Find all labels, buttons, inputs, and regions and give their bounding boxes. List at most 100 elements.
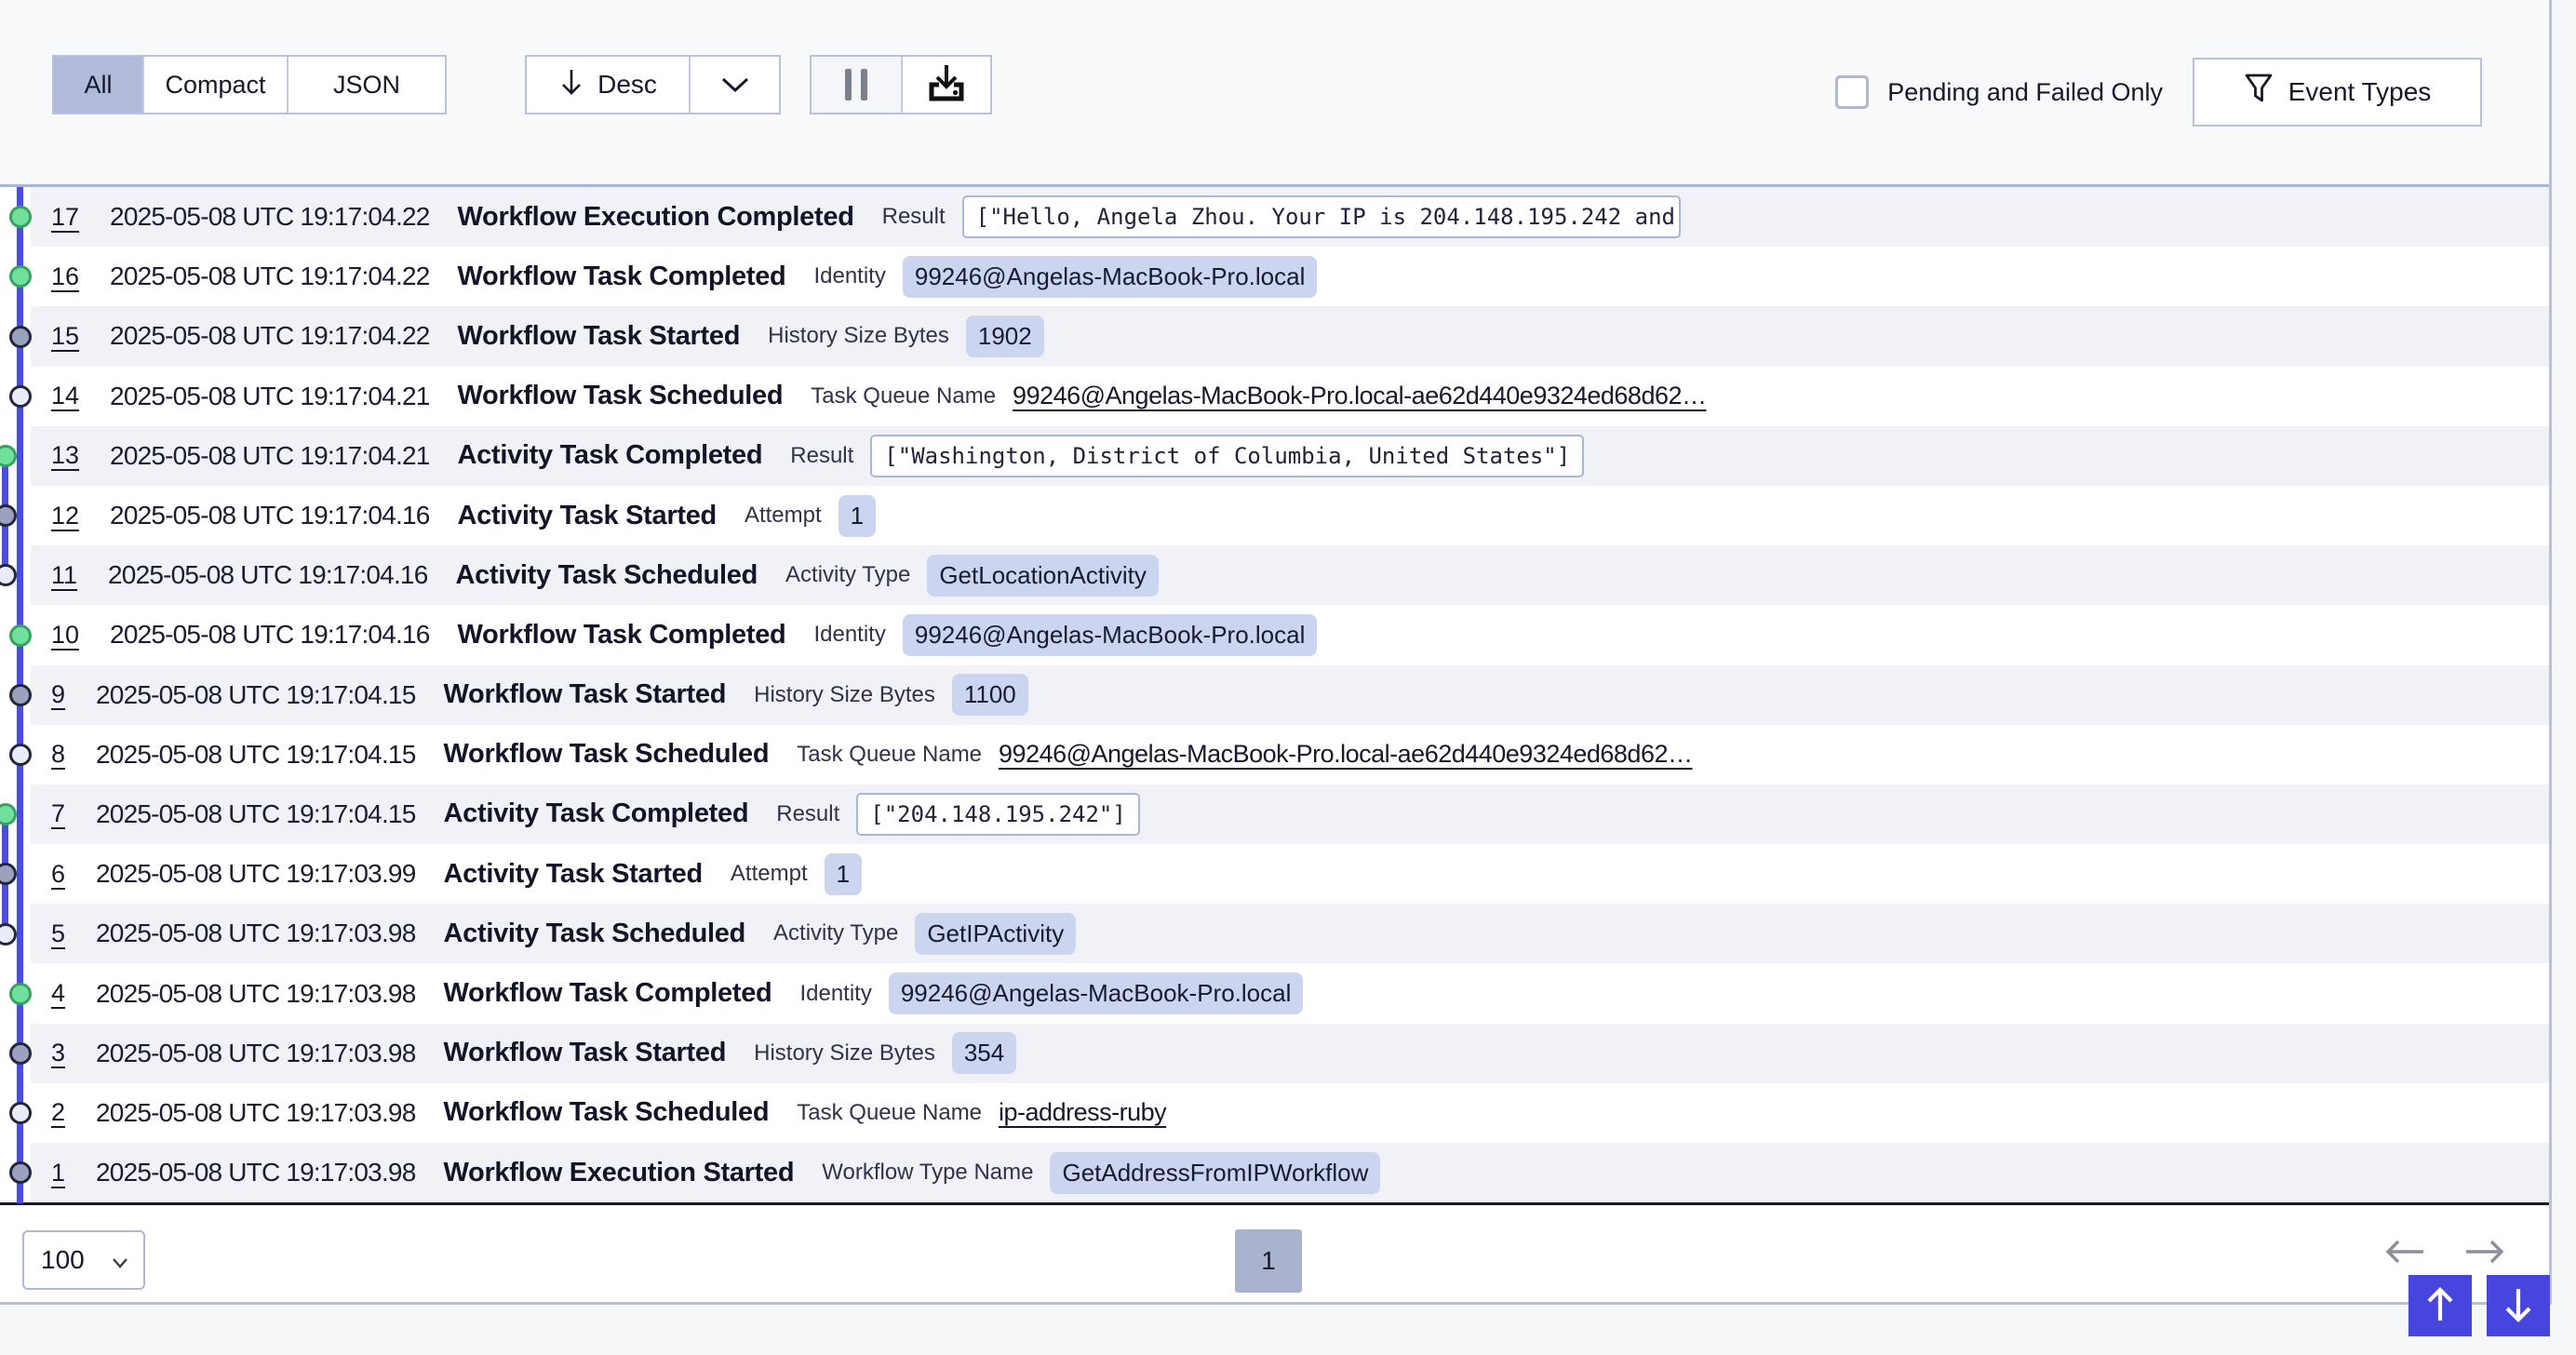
event-row[interactable]: 7 2025-05-08 UTC 19:17:04.15 Activity Ta… — [31, 785, 2549, 844]
event-timestamp: 2025-05-08 UTC 19:17:04.16 — [108, 560, 427, 590]
event-types-label: Event Types — [2288, 77, 2432, 107]
event-row[interactable]: 15 2025-05-08 UTC 19:17:04.22 Workflow T… — [31, 306, 2549, 366]
event-id-link[interactable]: 1 — [51, 1159, 65, 1187]
event-row[interactable]: 2 2025-05-08 UTC 19:17:03.98 Workflow Ta… — [31, 1083, 2549, 1143]
arrow-down-icon — [2502, 1286, 2534, 1326]
event-timestamp: 2025-05-08 UTC 19:17:03.98 — [96, 979, 415, 1009]
event-row[interactable]: 17 2025-05-08 UTC 19:17:04.22 Workflow E… — [31, 187, 2549, 247]
event-id-link[interactable]: 16 — [51, 262, 79, 291]
event-row[interactable]: 14 2025-05-08 UTC 19:17:04.21 Workflow T… — [31, 367, 2549, 426]
event-detail-link[interactable]: 99246@Angelas-MacBook-Pro.local-ae62d440… — [999, 740, 1692, 769]
page-size-select[interactable]: 100 — [22, 1230, 145, 1290]
sort-control: Desc — [525, 55, 781, 114]
event-name: Workflow Task Started — [443, 1038, 726, 1068]
event-row[interactable]: 12 2025-05-08 UTC 19:17:04.16 Activity T… — [31, 486, 2549, 545]
event-detail-code: ["Washington, District of Columbia, Unit… — [870, 435, 1584, 477]
view-mode-tabs: All Compact JSON — [52, 55, 447, 114]
pause-button[interactable] — [812, 57, 901, 113]
scroll-to-bottom-button[interactable] — [2487, 1275, 2550, 1336]
tab-all[interactable]: All — [54, 57, 142, 113]
event-row[interactable]: 13 2025-05-08 UTC 19:17:04.21 Activity T… — [31, 426, 2549, 486]
event-detail-badge: 1 — [825, 853, 862, 895]
event-detail-label: Identity — [813, 622, 885, 648]
sort-dropdown-button[interactable] — [689, 57, 779, 113]
event-id-link[interactable]: 11 — [51, 561, 77, 590]
event-name: Workflow Task Completed — [458, 262, 786, 292]
history-toolbar: All Compact JSON Desc — [0, 0, 2549, 184]
event-row[interactable]: 5 2025-05-08 UTC 19:17:03.98 Activity Ta… — [31, 904, 2549, 963]
event-name: Activity Task Scheduled — [455, 560, 758, 591]
arrow-up-icon — [2424, 1286, 2456, 1326]
event-name: Workflow Task Scheduled — [443, 739, 769, 770]
event-row[interactable]: 10 2025-05-08 UTC 19:17:04.16 Workflow T… — [31, 605, 2549, 664]
event-types-button[interactable]: Event Types — [2193, 58, 2482, 127]
event-id-link[interactable]: 6 — [51, 860, 65, 889]
event-history-table: 17 2025-05-08 UTC 19:17:04.22 Workflow E… — [0, 184, 2549, 1207]
event-id-link[interactable]: 12 — [51, 502, 79, 530]
event-id-link[interactable]: 5 — [51, 919, 65, 948]
event-id-link[interactable]: 9 — [51, 680, 65, 709]
event-row[interactable]: 9 2025-05-08 UTC 19:17:04.15 Workflow Ta… — [31, 665, 2549, 725]
event-detail-link[interactable]: ip-address-ruby — [999, 1098, 1166, 1127]
sort-desc-button[interactable]: Desc — [527, 57, 689, 113]
event-id-link[interactable]: 17 — [51, 203, 79, 232]
event-id-link[interactable]: 2 — [51, 1098, 65, 1127]
event-timestamp: 2025-05-08 UTC 19:17:04.16 — [110, 620, 429, 650]
event-timestamp: 2025-05-08 UTC 19:17:04.22 — [110, 262, 429, 291]
event-timestamp: 2025-05-08 UTC 19:17:04.22 — [110, 321, 429, 351]
event-id-link[interactable]: 14 — [51, 382, 79, 410]
event-detail-label: Result — [776, 801, 839, 827]
event-id-link[interactable]: 8 — [51, 740, 65, 769]
event-row[interactable]: 3 2025-05-08 UTC 19:17:03.98 Workflow Ta… — [31, 1024, 2549, 1083]
event-row[interactable]: 4 2025-05-08 UTC 19:17:03.98 Workflow Ta… — [31, 963, 2549, 1023]
sort-label: Desc — [597, 70, 657, 100]
page-size-value: 100 — [41, 1245, 85, 1275]
event-name: Workflow Task Started — [443, 679, 726, 710]
previous-page-button[interactable] — [2382, 1235, 2427, 1268]
event-timestamp: 2025-05-08 UTC 19:17:04.15 — [96, 740, 415, 770]
event-name: Workflow Task Completed — [458, 620, 786, 651]
tab-json[interactable]: JSON — [287, 57, 445, 113]
event-id-link[interactable]: 15 — [51, 322, 79, 351]
event-name: Activity Task Completed — [458, 440, 763, 471]
event-detail-label: History Size Bytes — [768, 323, 949, 349]
event-detail-label: Task Queue Name — [797, 742, 982, 768]
event-detail-label: Task Queue Name — [811, 383, 996, 409]
footer-divider — [0, 1302, 2552, 1305]
event-timestamp: 2025-05-08 UTC 19:17:03.98 — [96, 1039, 415, 1068]
event-id-link[interactable]: 7 — [51, 799, 65, 828]
event-detail-badge: 1902 — [966, 315, 1044, 357]
event-detail-label: Task Queue Name — [797, 1100, 982, 1126]
event-timestamp: 2025-05-08 UTC 19:17:03.98 — [96, 1158, 415, 1187]
event-row[interactable]: 8 2025-05-08 UTC 19:17:04.15 Workflow Ta… — [31, 725, 2549, 785]
event-detail-label: Workflow Type Name — [822, 1160, 1033, 1186]
event-detail-badge: 1 — [839, 495, 876, 537]
event-id-link[interactable]: 3 — [51, 1039, 65, 1067]
event-name: Workflow Task Started — [458, 321, 741, 352]
event-name: Workflow Execution Completed — [458, 202, 854, 233]
event-detail-code: ["Hello, Angela Zhou. Your IP is 204.148… — [962, 195, 1681, 238]
next-page-button[interactable] — [2462, 1235, 2507, 1268]
event-timestamp: 2025-05-08 UTC 19:17:04.21 — [110, 382, 429, 411]
event-id-link[interactable]: 10 — [51, 621, 79, 650]
event-row[interactable]: 1 2025-05-08 UTC 19:17:03.98 Workflow Ex… — [31, 1143, 2549, 1202]
event-timestamp: 2025-05-08 UTC 19:17:04.16 — [110, 501, 429, 530]
pending-failed-checkbox[interactable] — [1835, 75, 1869, 109]
download-button[interactable] — [901, 57, 990, 113]
arrow-right-icon — [2462, 1256, 2507, 1272]
event-row[interactable]: 11 2025-05-08 UTC 19:17:04.16 Activity T… — [31, 545, 2549, 605]
event-detail-link[interactable]: 99246@Angelas-MacBook-Pro.local-ae62d440… — [1013, 382, 1706, 410]
event-id-link[interactable]: 13 — [51, 441, 79, 470]
event-detail-label: Activity Type — [773, 920, 898, 946]
event-timestamp: 2025-05-08 UTC 19:17:04.21 — [110, 441, 429, 471]
scroll-to-top-button[interactable] — [2408, 1275, 2472, 1336]
event-row[interactable]: 16 2025-05-08 UTC 19:17:04.22 Workflow T… — [31, 247, 2549, 306]
event-id-link[interactable]: 4 — [51, 979, 65, 1008]
tab-compact[interactable]: Compact — [142, 57, 287, 113]
current-page-button[interactable]: 1 — [1235, 1229, 1302, 1293]
event-timestamp: 2025-05-08 UTC 19:17:04.22 — [110, 202, 429, 232]
event-row[interactable]: 6 2025-05-08 UTC 19:17:03.99 Activity Ta… — [31, 844, 2549, 904]
event-detail-label: Attempt — [731, 861, 808, 887]
event-detail-badge: 99246@Angelas-MacBook-Pro.local — [903, 614, 1318, 656]
funnel-icon — [2244, 73, 2274, 113]
